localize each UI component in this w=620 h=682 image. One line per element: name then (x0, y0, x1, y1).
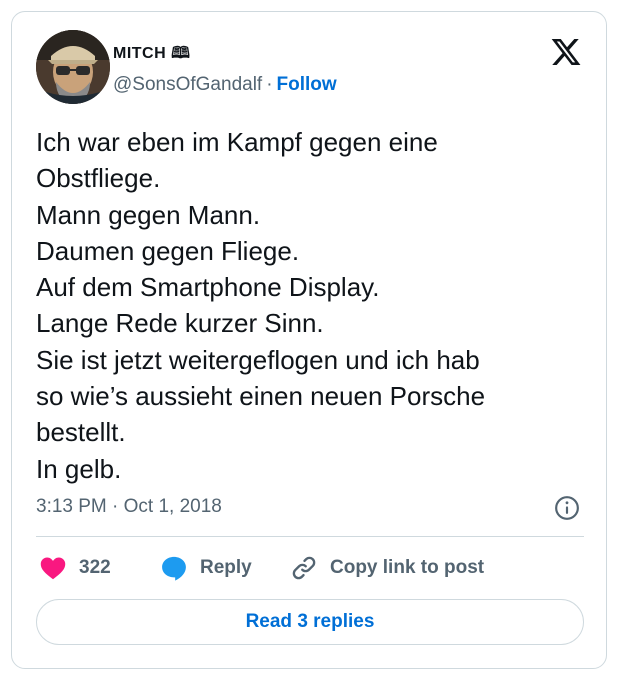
read-replies-button[interactable]: Read 3 replies (36, 599, 584, 645)
link-icon (292, 556, 316, 580)
tweet-line: Auf dem Smartphone Display. (36, 272, 380, 303)
copy-link-button[interactable]: Copy link to post (290, 552, 484, 584)
author-handle[interactable]: @SonsOfGandalf (113, 74, 262, 95)
tweet-line: Daumen gegen Fliege. (36, 235, 300, 266)
author-name[interactable]: MITCH 🕮 (113, 42, 190, 69)
tweet-card: MITCH 🕮 @SonsOfGandalf · Follow Ich war eb… (11, 11, 607, 669)
tweet-line: Sie ist jetzt weitergeflogen und ich hab (36, 344, 480, 375)
tweet-timestamp[interactable]: 3:13 PM · Oct 1, 2018 (36, 496, 222, 518)
info-icon[interactable] (554, 495, 580, 521)
avatar-image (36, 30, 110, 104)
separator-dot: · (266, 74, 273, 95)
follow-button[interactable]: Follow (277, 74, 337, 95)
author-meta: @SonsOfGandalf · Follow (113, 74, 337, 96)
copy-link-label: Copy link to post (330, 557, 485, 578)
tweet-line: Obstfliege. (36, 163, 161, 194)
divider (36, 536, 584, 537)
tweet-line: Lange Rede kurzer Sinn. (36, 308, 324, 339)
tweet-line: In gelb. (36, 453, 122, 484)
tweet-text: Ich war eben im Kampf gegen eine Obstfli… (36, 124, 596, 487)
x-logo-icon[interactable] (549, 36, 583, 68)
reply-bubble-icon (162, 556, 186, 581)
avatar[interactable] (36, 30, 110, 104)
likes-count: 322 (79, 557, 111, 578)
tweet-line: bestellt. (36, 417, 126, 448)
heart-icon (40, 557, 66, 580)
reply-button[interactable]: Reply (160, 552, 252, 584)
reply-label: Reply (200, 557, 252, 578)
tweet-line: Mann gegen Mann. (36, 199, 261, 230)
like-button[interactable]: 322 (39, 552, 111, 584)
tweet-line: Ich war eben im Kampf gegen eine (36, 127, 438, 157)
tweet-line: so wie’s aussieht einen neuen Porsche (36, 381, 486, 412)
